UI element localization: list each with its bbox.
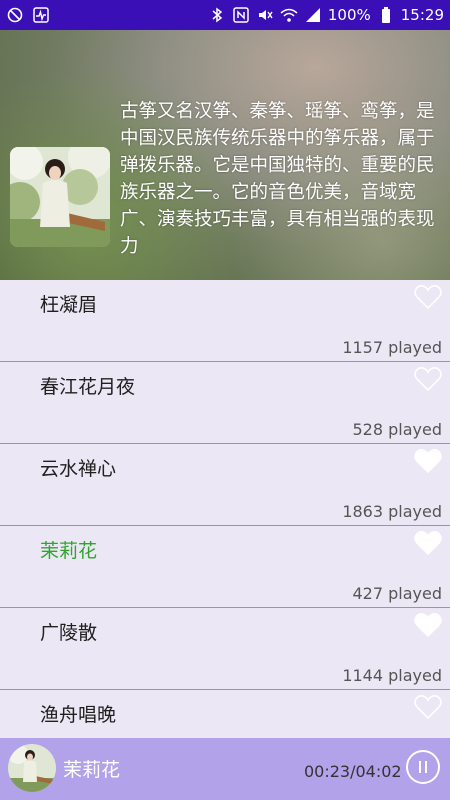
heart-filled-icon[interactable] [414, 612, 442, 638]
bluetooth-icon [208, 6, 226, 24]
track-row[interactable]: 春江花月夜 528 played [0, 362, 450, 444]
album-description: 古筝又名汉筝、秦筝、瑶筝、鸾筝，是中国汉民族传统乐器中的筝乐器，属于弹拨乐器。它… [120, 101, 435, 257]
mute-icon [256, 6, 274, 24]
track-title: 渔舟唱晚 [40, 704, 117, 726]
mini-player[interactable]: 茉莉花 00:23/04:02 [0, 738, 450, 800]
play-count: 528 played [352, 420, 443, 439]
track-title: 广陵散 [40, 622, 98, 644]
album-cover-image [10, 147, 110, 247]
play-count: 427 played [352, 584, 443, 603]
heart-outline-icon[interactable] [414, 366, 442, 392]
album-header: 古筝又名汉筝、秦筝、瑶筝、鸾筝，是中国汉民族传统乐器中的筝乐器，属于弹拨乐器。它… [0, 30, 450, 280]
track-row[interactable]: 茉莉花 427 played [0, 526, 450, 608]
pulse-app-icon [32, 6, 50, 24]
battery-percent: 100% [327, 6, 371, 24]
pause-button[interactable] [406, 750, 440, 784]
track-row[interactable]: 广陵散 1144 played [0, 608, 450, 690]
play-count: 1144 played [342, 666, 442, 685]
heart-outline-icon[interactable] [414, 284, 442, 310]
play-count: 1863 played [342, 502, 442, 521]
heart-filled-icon[interactable] [414, 448, 442, 474]
now-playing-thumbnail[interactable] [8, 744, 56, 792]
signal-icon [304, 6, 322, 24]
wifi-icon [280, 6, 298, 24]
heart-filled-icon[interactable] [414, 530, 442, 556]
track-title: 春江花月夜 [40, 376, 136, 398]
track-row[interactable]: 渔舟唱晚 [0, 690, 450, 738]
track-list[interactable]: 枉凝眉 1157 played 春江花月夜 528 played 云水禅心 1863 pl… [0, 280, 450, 738]
track-title: 枉凝眉 [40, 294, 98, 316]
heart-outline-icon[interactable] [414, 694, 442, 720]
track-title: 茉莉花 [40, 540, 98, 562]
pause-icon [419, 761, 421, 773]
status-bar: 100% 15:29 [0, 0, 450, 30]
silent-app-icon [6, 6, 24, 24]
track-row[interactable]: 云水禅心 1863 played [0, 444, 450, 526]
track-title: 云水禅心 [40, 458, 117, 480]
clock: 15:29 [400, 6, 444, 24]
now-playing-title: 茉莉花 [63, 759, 121, 781]
play-count: 1157 played [342, 338, 442, 357]
track-row[interactable]: 枉凝眉 1157 played [0, 280, 450, 362]
nfc-icon [232, 6, 250, 24]
battery-icon [377, 6, 395, 24]
playback-time: 00:23/04:02 [304, 762, 402, 781]
pause-icon [425, 761, 427, 773]
